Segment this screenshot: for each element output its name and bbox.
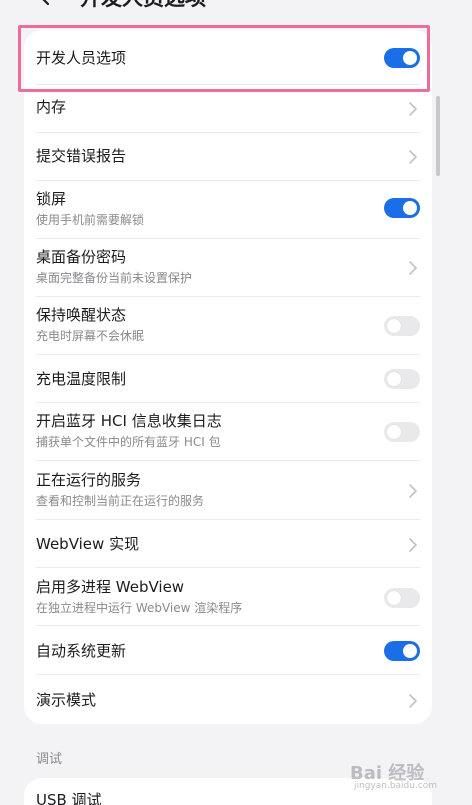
row-usb-debugging[interactable]: USB 调试 <box>36 790 102 805</box>
auto-update-toggle[interactable] <box>384 641 420 661</box>
header: 开发人员选项 <box>0 0 472 12</box>
row-title: 开启蓝牙 HCI 信息收集日志 <box>36 412 222 430</box>
chevron-right-icon <box>409 694 418 708</box>
chevron-right-icon <box>409 484 418 498</box>
row-demo-mode[interactable]: 演示模式 <box>24 675 432 724</box>
row-stay-awake[interactable]: 保持唤醒状态 充电时屏幕不会休眠 <box>24 297 432 355</box>
page-title: 开发人员选项 <box>80 0 206 12</box>
lock-screen-toggle[interactable] <box>384 198 420 218</box>
back-arrow-icon[interactable] <box>34 0 56 8</box>
section-label-debug: 调试 <box>36 752 63 767</box>
row-title: WebView 实现 <box>36 535 140 553</box>
row-subtitle: 使用手机前需要解锁 <box>36 213 145 227</box>
multiprocess-webview-toggle[interactable] <box>384 588 420 608</box>
row-subtitle: 桌面完整备份当前未设置保护 <box>36 271 193 285</box>
row-title: 锁屏 <box>36 190 67 208</box>
settings-card: 开发人员选项 内存 提交错误报告 锁屏 使用手机前需要解锁 桌面备份密码 桌面完… <box>24 30 432 724</box>
chevron-right-icon <box>409 538 418 552</box>
chevron-right-icon <box>409 102 418 116</box>
row-title: 充电温度限制 <box>36 370 127 388</box>
charging-temp-toggle[interactable] <box>384 369 420 389</box>
scrollbar[interactable] <box>436 96 440 176</box>
chevron-right-icon <box>409 150 418 164</box>
row-developer-options[interactable]: 开发人员选项 <box>24 30 432 85</box>
bluetooth-hci-toggle[interactable] <box>384 422 420 442</box>
chevron-right-icon <box>409 261 418 275</box>
row-backup-password[interactable]: 桌面备份密码 桌面完整备份当前未设置保护 <box>24 239 432 297</box>
row-multiprocess-webview[interactable]: 启用多进程 WebView 在独立进程中运行 WebView 渲染程序 <box>24 568 432 626</box>
row-memory[interactable]: 内存 <box>24 85 432 133</box>
row-subtitle: 在独立进程中运行 WebView 渲染程序 <box>36 601 243 615</box>
row-title: 保持唤醒状态 <box>36 306 127 324</box>
row-title: 开发人员选项 <box>36 49 127 67</box>
row-title: 提交错误报告 <box>36 147 127 165</box>
row-subtitle: 充电时屏幕不会休眠 <box>36 329 145 343</box>
row-webview-implementation[interactable]: WebView 实现 <box>24 520 432 568</box>
stay-awake-toggle[interactable] <box>384 316 420 336</box>
developer-options-toggle[interactable] <box>384 48 420 68</box>
row-title: 演示模式 <box>36 691 97 709</box>
row-running-services[interactable]: 正在运行的服务 查看和控制当前正在运行的服务 <box>24 461 432 520</box>
row-title: 内存 <box>36 98 67 116</box>
watermark-subtext: jingyan.baidu.com <box>354 781 438 791</box>
row-bluetooth-hci-log[interactable]: 开启蓝牙 HCI 信息收集日志 捕获单个文件中的所有蓝牙 HCI 包 <box>24 403 432 461</box>
row-subtitle: 捕获单个文件中的所有蓝牙 HCI 包 <box>36 435 221 449</box>
row-bug-report[interactable]: 提交错误报告 <box>24 133 432 181</box>
watermark: Bai 经验 jingyan.baidu.com <box>350 757 460 797</box>
row-title: 自动系统更新 <box>36 642 127 660</box>
row-title: 正在运行的服务 <box>36 471 142 489</box>
row-lock-screen[interactable]: 锁屏 使用手机前需要解锁 <box>24 181 432 239</box>
row-charging-temp-limit[interactable]: 充电温度限制 <box>24 355 432 403</box>
row-subtitle: 查看和控制当前正在运行的服务 <box>36 494 205 508</box>
row-auto-system-update[interactable]: 自动系统更新 <box>24 626 432 675</box>
row-title: 启用多进程 WebView <box>36 578 185 596</box>
row-title: 桌面备份密码 <box>36 248 127 266</box>
